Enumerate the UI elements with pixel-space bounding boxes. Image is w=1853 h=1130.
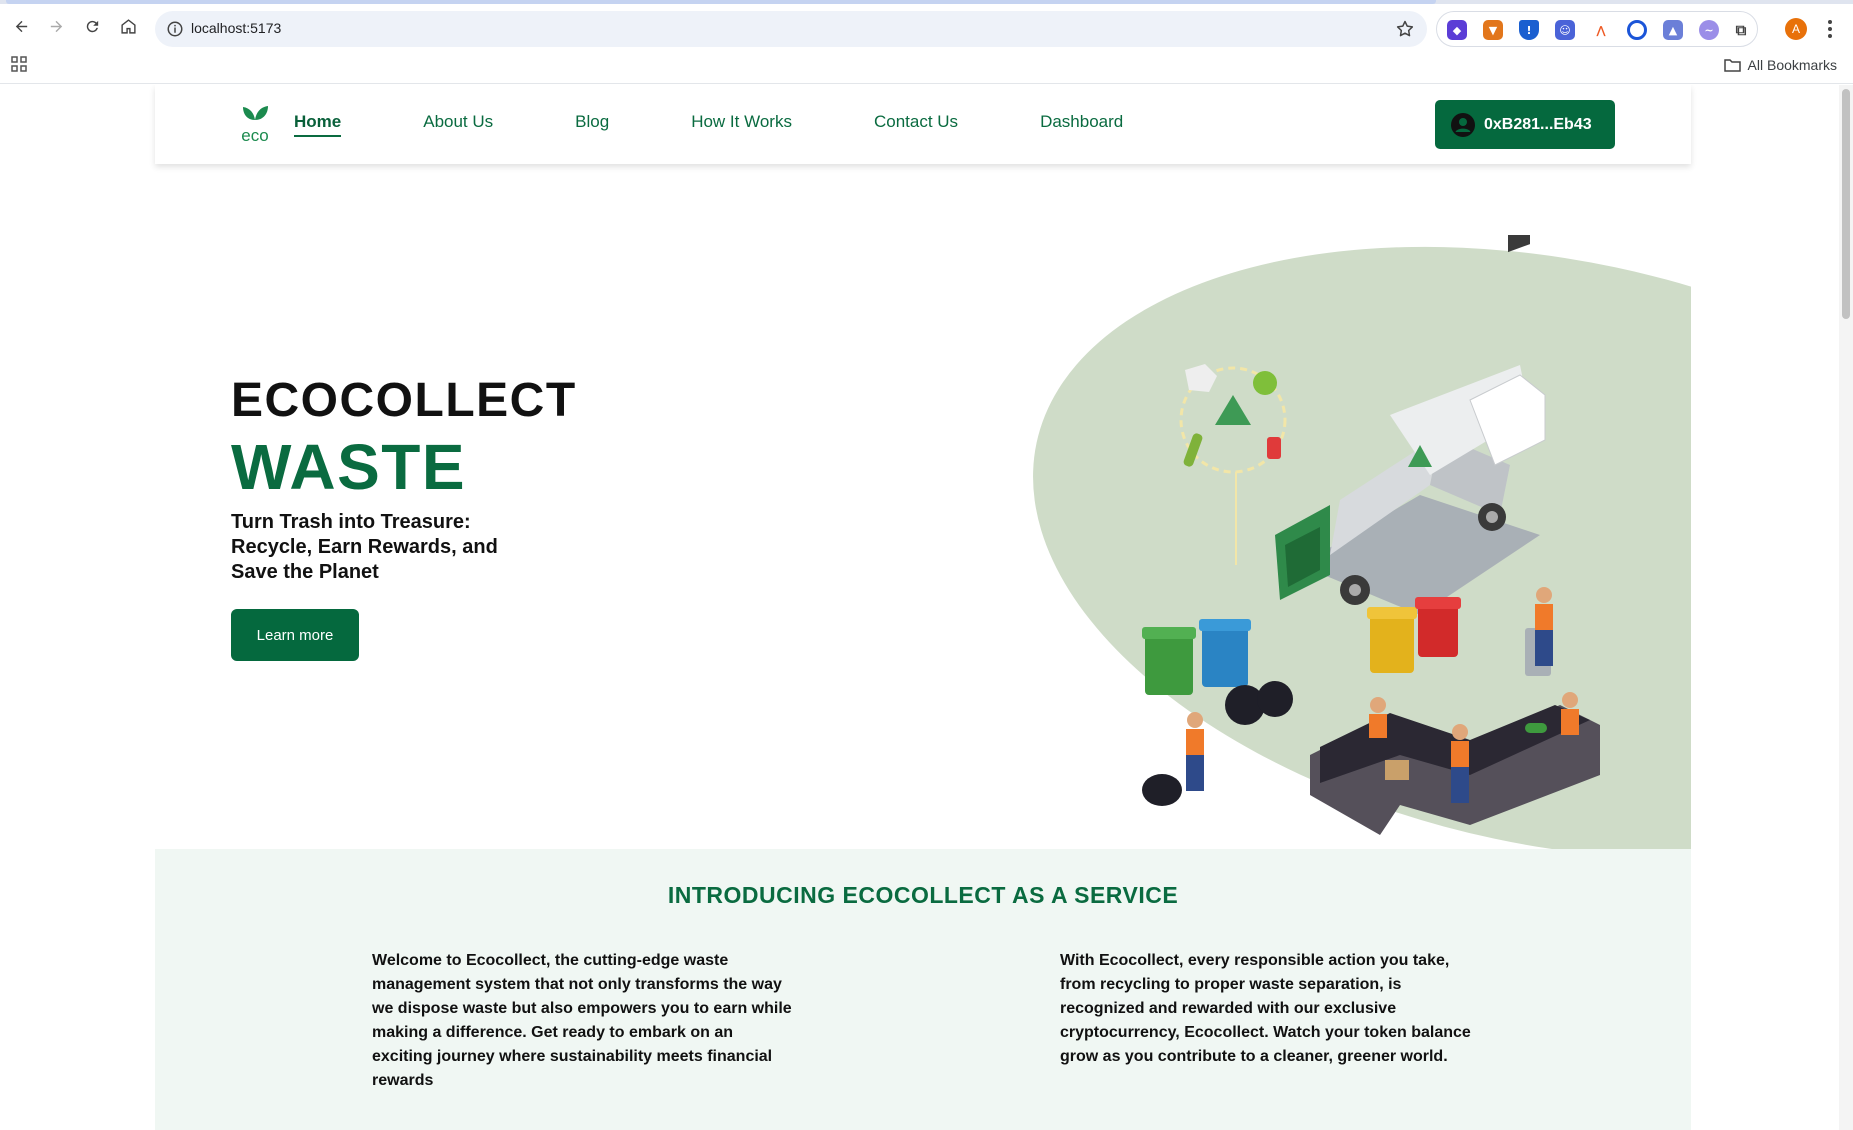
logo-text: eco xyxy=(241,126,268,144)
hero-title-line2: WASTE xyxy=(231,431,467,503)
shield-icon[interactable]: ! xyxy=(1519,20,1539,40)
reload-icon xyxy=(86,20,98,32)
nav-blog[interactable]: Blog xyxy=(575,112,609,137)
intro-text-left: Welcome to Ecocollect, the cutting-edge … xyxy=(372,952,792,1089)
bookmark-star-icon[interactable] xyxy=(1395,19,1415,39)
wallet-address: 0xB281...Eb43 xyxy=(1484,115,1592,133)
eco-logo[interactable]: eco xyxy=(237,104,273,144)
arweave-icon[interactable]: ⋀ xyxy=(1591,20,1611,40)
profile-avatar[interactable]: A xyxy=(1785,18,1807,40)
user-icon xyxy=(1451,112,1475,137)
puzzle-icon[interactable]: ⧉ xyxy=(1731,20,1751,40)
site-info-icon[interactable] xyxy=(166,20,184,38)
arrow-right-icon xyxy=(50,20,62,32)
url-text: localhost:5173 xyxy=(191,20,282,36)
nav-dashboard[interactable]: Dashboard xyxy=(1040,112,1123,137)
back-button[interactable] xyxy=(8,13,34,39)
apps-grid-icon[interactable] xyxy=(11,56,27,72)
arrow-left-icon xyxy=(15,20,27,32)
reload-button[interactable] xyxy=(79,13,105,39)
scrollbar-thumb[interactable] xyxy=(1842,89,1850,319)
wallet-button[interactable]: 0xB281...Eb43 xyxy=(1435,100,1615,149)
metamask-fox-icon[interactable]: ▼ xyxy=(1483,20,1503,40)
circle-ring-icon[interactable] xyxy=(1627,20,1647,40)
browser-toolbar: localhost:5173 ◆ ▼ ! ☺ ⋀ ▲ ~ ⧉ A xyxy=(0,4,1853,48)
multi-wallet-icon[interactable]: ◆ xyxy=(1447,20,1467,40)
page-viewport: eco Home About Us Blog How It Works Cont… xyxy=(0,85,1853,1130)
intro-title: INTRODUCING ECOCOLLECT AS A SERVICE xyxy=(667,882,1179,908)
hat-icon[interactable]: ▲ xyxy=(1663,20,1683,40)
learn-more-button[interactable]: Learn more xyxy=(231,609,359,661)
nav-contact-us[interactable]: Contact Us xyxy=(874,112,958,137)
cloud-icon[interactable]: ~ xyxy=(1699,20,1719,40)
folder-icon xyxy=(1723,59,1741,72)
hero-subtitle: Turn Trash into Treasure: Recycle, Earn … xyxy=(231,511,498,583)
forward-button[interactable] xyxy=(43,13,69,39)
home-button[interactable] xyxy=(115,13,141,39)
bookmarks-bar: All Bookmarks xyxy=(0,48,1853,84)
can-icon xyxy=(1267,437,1281,459)
address-bar[interactable]: localhost:5173 xyxy=(155,11,1427,47)
robot-icon[interactable]: ☺ xyxy=(1555,20,1575,40)
intro-section: INTRODUCING ECOCOLLECT AS A SERVICE Welc… xyxy=(155,849,1691,1130)
all-bookmarks-button[interactable]: All Bookmarks xyxy=(1723,54,1837,76)
all-bookmarks-label: All Bookmarks xyxy=(1747,57,1837,73)
hero-title-line1: ECOCOLLECT xyxy=(231,374,577,427)
home-icon xyxy=(120,18,136,34)
more-menu-icon[interactable] xyxy=(1822,17,1838,41)
intro-text-right: With Ecocollect, every responsible actio… xyxy=(1060,952,1471,1065)
site-header: eco Home About Us Blog How It Works Cont… xyxy=(155,85,1691,164)
extensions-bar: ◆ ▼ ! ☺ ⋀ ▲ ~ ⧉ xyxy=(1436,11,1758,47)
main-nav: Home About Us Blog How It Works Contact … xyxy=(294,112,1205,137)
waste-truck-illustration xyxy=(1033,235,1691,850)
page-scrollbar[interactable] xyxy=(1839,85,1853,1130)
nav-home[interactable]: Home xyxy=(294,112,342,137)
nav-how-it-works[interactable]: How It Works xyxy=(691,112,792,137)
apple-icon xyxy=(1253,371,1277,395)
nav-about-us[interactable]: About Us xyxy=(423,112,493,137)
